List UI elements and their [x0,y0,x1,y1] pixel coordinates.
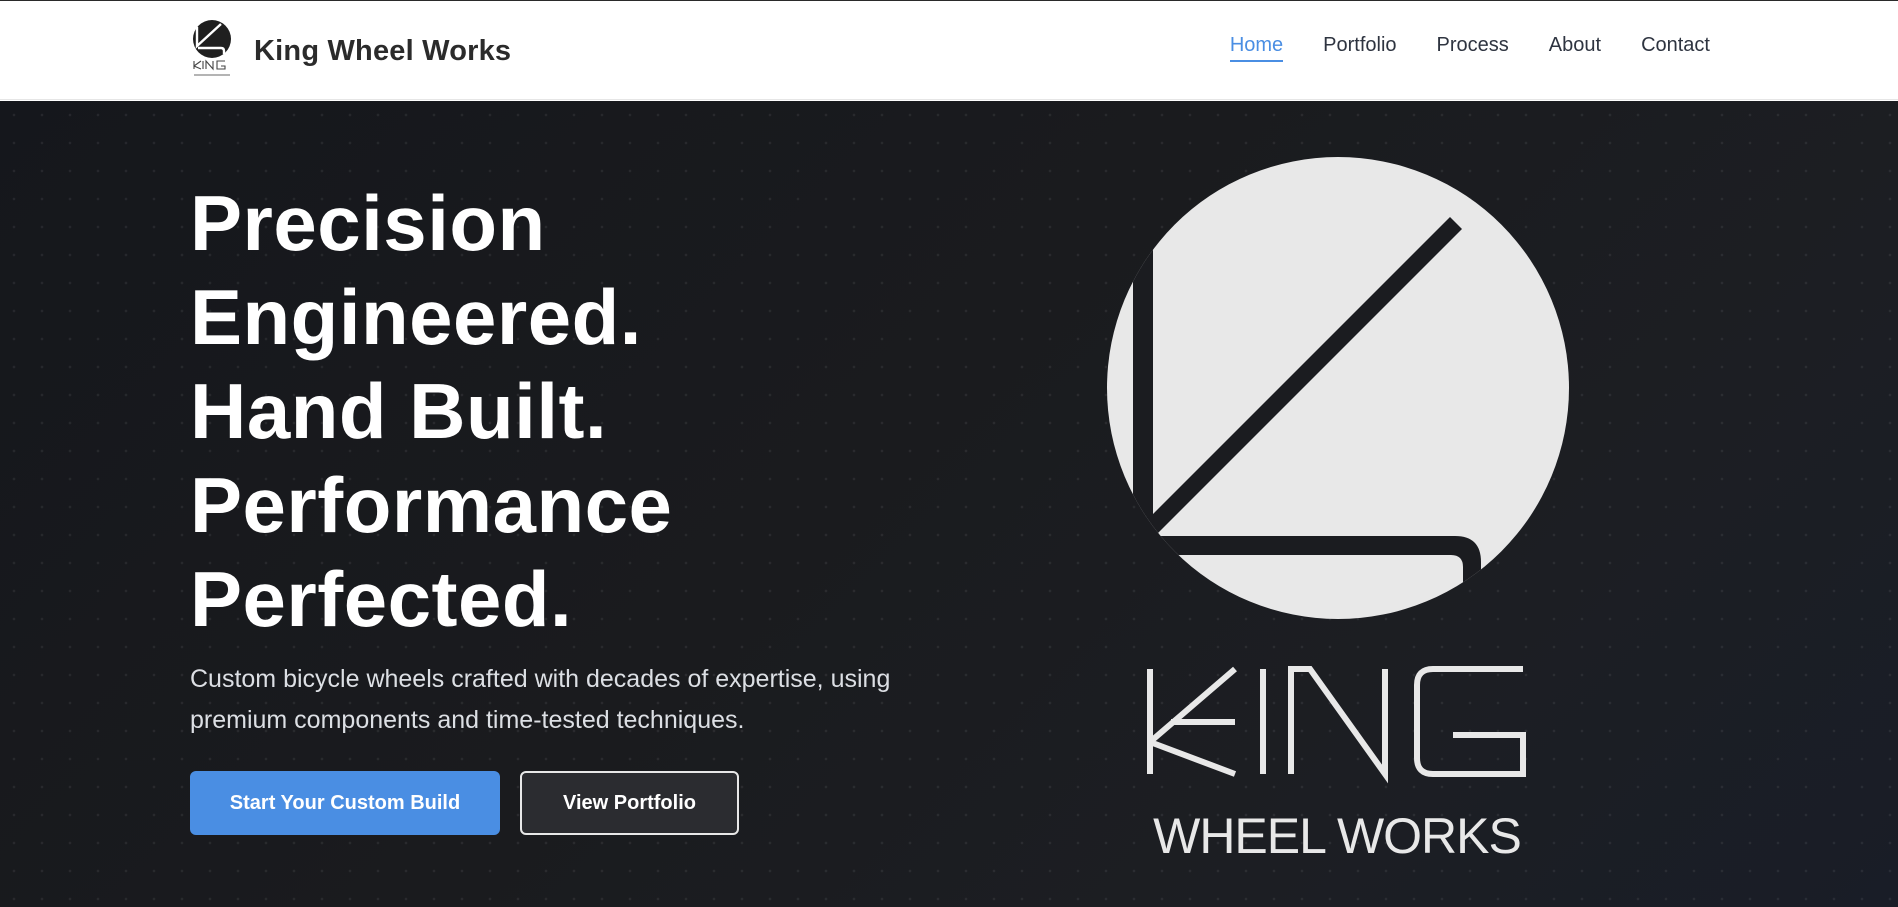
hero-headline-line: Precision [190,179,546,267]
hero-description: Custom bicycle wheels crafted with decad… [190,665,891,734]
hero-headline-line: Perfected. [190,555,573,643]
main-navigation: Home Portfolio Process About Contact [1229,33,1710,62]
nav-about-link[interactable]: About [1549,33,1601,62]
hero-headline-line: Engineered. [190,273,642,361]
king-wheel-works-logo-icon [193,20,231,76]
start-custom-build-button[interactable]: Start Your Custom Build [190,771,500,835]
hero-headline-line: Hand Built. [190,367,608,455]
king-wheel-works-hero-logo: WHEEL WORKS [1107,157,1569,864]
site-header: King Wheel Works Home Portfolio Process … [0,1,1898,100]
hero-headline-line: Performance [190,461,673,549]
view-portfolio-button[interactable]: View Portfolio [520,771,739,835]
nav-process-link[interactable]: Process [1437,33,1509,62]
hero-section: Precision Engineered. Hand Built. Perfor… [0,101,1898,907]
hero-headline: Precision Engineered. Hand Built. Perfor… [190,176,672,646]
nav-portfolio-link[interactable]: Portfolio [1323,33,1396,62]
brand-home-link[interactable]: King Wheel Works [190,19,511,83]
nav-home-link[interactable]: Home [1229,33,1284,62]
brand-name: King Wheel Works [254,34,512,67]
hero-logo-subtitle: WHEEL WORKS [1153,808,1521,864]
nav-contact-link[interactable]: Contact [1641,33,1710,62]
